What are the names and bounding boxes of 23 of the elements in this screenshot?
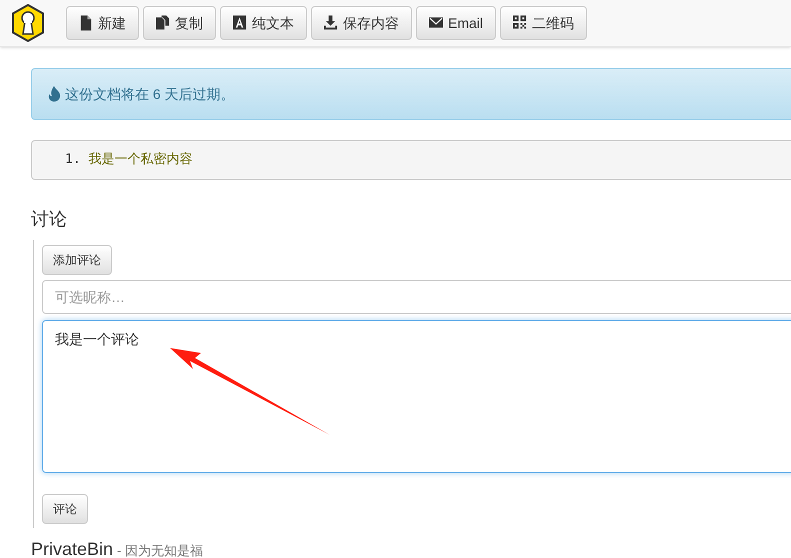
footer-tagline: - 因为无知是福 xyxy=(117,542,203,558)
keyhole-logo[interactable] xyxy=(11,4,45,42)
toolbar-button[interactable]: 保存内容 xyxy=(311,6,412,40)
flame-icon xyxy=(48,86,61,102)
file-icon xyxy=(79,15,93,31)
footer-brand: PrivateBin xyxy=(31,538,114,558)
toolbar-button[interactable]: 复制 xyxy=(143,6,216,40)
submit-comment-button[interactable]: 评论 xyxy=(42,494,88,524)
toolbar-button[interactable]: 新建 xyxy=(66,6,139,40)
section-heading: 讨论 xyxy=(31,208,68,230)
nickname-field[interactable]: 可选昵称… xyxy=(42,280,791,314)
toolbar-button[interactable]: 二维码 xyxy=(500,6,588,40)
copy-icon xyxy=(156,15,170,31)
comment-textarea[interactable]: 我是一个评论 xyxy=(42,320,791,473)
toolbar-button[interactable]: Email xyxy=(416,6,496,40)
expiry-message: 这份文档将在 6 天后过期。 xyxy=(65,84,235,104)
qrcode-icon xyxy=(513,15,528,31)
text-icon xyxy=(233,15,247,31)
add-comment-button[interactable]: 添加评论 xyxy=(42,245,112,275)
line-number: 1. xyxy=(65,151,81,170)
paste-line: 我是一个私密内容 xyxy=(88,151,193,170)
toolbar-button[interactable]: 纯文本 xyxy=(220,6,307,40)
download-icon xyxy=(324,15,338,31)
